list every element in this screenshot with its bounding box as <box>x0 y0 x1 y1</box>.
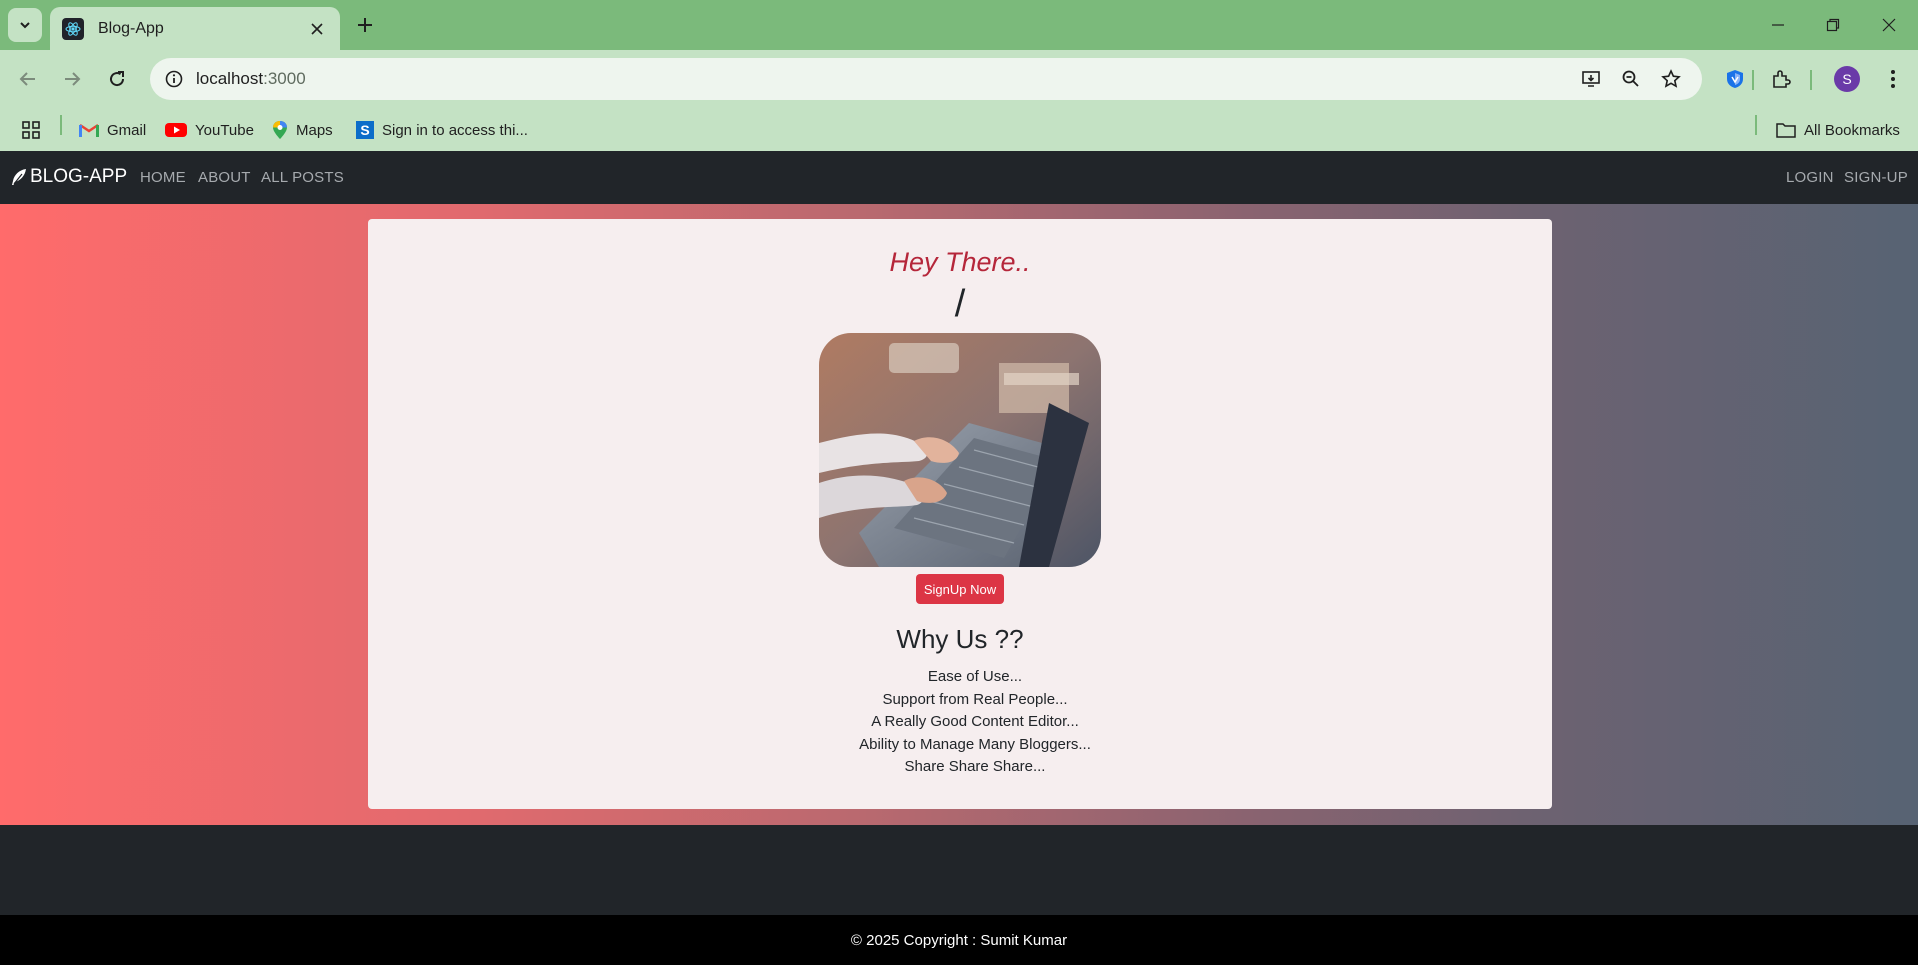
apps-button[interactable] <box>21 117 41 143</box>
s-icon: S <box>356 121 374 139</box>
folder-icon <box>1776 122 1796 138</box>
shield-extension-icon[interactable] <box>1718 62 1752 96</box>
toolbar-divider <box>1752 70 1754 90</box>
brand-text: BLOG-APP <box>30 166 128 187</box>
bookmarks-bar: Gmail YouTube Maps S Sign in to access t… <box>0 108 1918 151</box>
reload-icon <box>110 71 125 87</box>
bookmark-youtube[interactable]: YouTube <box>165 117 254 143</box>
close-window-button[interactable] <box>1874 10 1904 40</box>
bookmark-label: YouTube <box>195 121 254 139</box>
laptop-typing-image <box>819 333 1101 567</box>
restore-icon <box>1826 18 1840 32</box>
maps-icon <box>272 120 288 140</box>
list-item: Share Share Share... <box>904 758 1046 775</box>
greeting-heading: Hey There.. <box>889 247 1031 277</box>
menu-button[interactable] <box>1876 62 1910 96</box>
feather-icon <box>12 169 26 185</box>
brand-link[interactable]: BLOG-APP <box>10 166 127 188</box>
welcome-card: Hey There.. / SignUp Now Why Us ?? Ease … <box>368 219 1552 809</box>
nav-login[interactable]: LOGIN <box>1786 169 1834 186</box>
route-path-text: / <box>954 283 966 325</box>
all-bookmarks-button[interactable]: All Bookmarks <box>1776 117 1900 143</box>
bookmarks-divider <box>1755 115 1757 135</box>
minimize-icon <box>1772 24 1784 26</box>
toolbar-divider <box>1810 70 1812 90</box>
bookmark-label: Gmail <box>107 121 147 139</box>
new-tab-button[interactable] <box>352 12 378 38</box>
apps-grid-icon <box>22 121 40 139</box>
close-icon <box>1882 18 1896 32</box>
plus-icon <box>358 18 372 32</box>
bookmark-label: All Bookmarks <box>1804 121 1900 139</box>
nav-about[interactable]: ABOUT <box>198 169 251 186</box>
bookmark-gmail[interactable]: Gmail <box>79 117 146 143</box>
why-us-heading: Why Us ?? <box>896 624 1024 654</box>
list-item: Support from Real People... <box>882 690 1068 708</box>
minimize-button[interactable] <box>1763 10 1793 40</box>
list-item: Ease of Use... <box>927 668 1023 685</box>
url-port: :3000 <box>263 69 306 88</box>
browser-tab-active[interactable]: Blog-App <box>50 7 340 50</box>
arrow-right-icon <box>65 72 81 86</box>
react-icon <box>62 17 84 40</box>
extensions-icon[interactable] <box>1764 62 1798 96</box>
bookmarks-divider <box>60 115 62 135</box>
tab-title: Blog-App <box>98 19 164 37</box>
gmail-icon <box>79 122 99 138</box>
bookmark-label: Maps <box>296 121 333 139</box>
forward-button[interactable] <box>55 62 89 96</box>
address-bar[interactable]: localhost:3000 <box>150 58 1702 100</box>
chevron-down-icon <box>20 22 30 29</box>
bookmark-maps[interactable]: Maps <box>272 117 333 143</box>
nav-home[interactable]: HOME <box>140 169 186 186</box>
bookmark-label: Sign in to access thi... <box>382 121 528 139</box>
reload-button[interactable] <box>100 62 134 96</box>
copyright-text: © 2025 Copyright : Sumit Kumar <box>850 932 1068 949</box>
nav-signup[interactable]: SIGN-UP <box>1844 169 1908 186</box>
youtube-icon <box>165 122 187 138</box>
signup-now-button[interactable]: SignUp Now <box>916 574 1004 604</box>
url-text[interactable]: localhost:3000 <box>196 69 306 89</box>
back-button[interactable] <box>11 62 45 96</box>
bookmark-star-icon[interactable] <box>1657 65 1685 93</box>
reasons-list: Ease of Use... Support from Real People.… <box>383 666 1567 779</box>
url-host: localhost <box>196 69 264 88</box>
restore-button[interactable] <box>1818 10 1848 40</box>
site-navbar: BLOG-APP HOME ABOUT ALL POSTS LOGIN SIGN… <box>0 151 1918 204</box>
browser-toolbar: localhost:3000 S <box>0 50 1918 108</box>
avatar: S <box>1834 66 1860 92</box>
tab-strip: Blog-App <box>0 0 1918 50</box>
close-icon <box>311 22 323 35</box>
site-info-icon[interactable] <box>160 65 188 93</box>
close-tab-button[interactable] <box>306 18 328 40</box>
nav-all-posts[interactable]: ALL POSTS <box>261 169 344 186</box>
kebab-menu-icon <box>1891 70 1895 88</box>
bookmark-signin[interactable]: S Sign in to access thi... <box>356 117 528 143</box>
site-footer: © 2025 Copyright : Sumit Kumar <box>0 915 1918 965</box>
arrow-left-icon <box>19 72 35 86</box>
list-item: A Really Good Content Editor... <box>871 713 1079 730</box>
tab-search-button[interactable] <box>8 8 42 42</box>
svg-text:S: S <box>360 122 369 138</box>
install-app-icon[interactable] <box>1577 65 1605 93</box>
list-item: Ability to Manage Many Bloggers... <box>859 735 1091 753</box>
profile-button[interactable]: S <box>1830 62 1864 96</box>
zoom-icon[interactable] <box>1617 65 1645 93</box>
hero-section: Hey There.. / SignUp Now Why Us ?? Ease … <box>0 204 1918 825</box>
